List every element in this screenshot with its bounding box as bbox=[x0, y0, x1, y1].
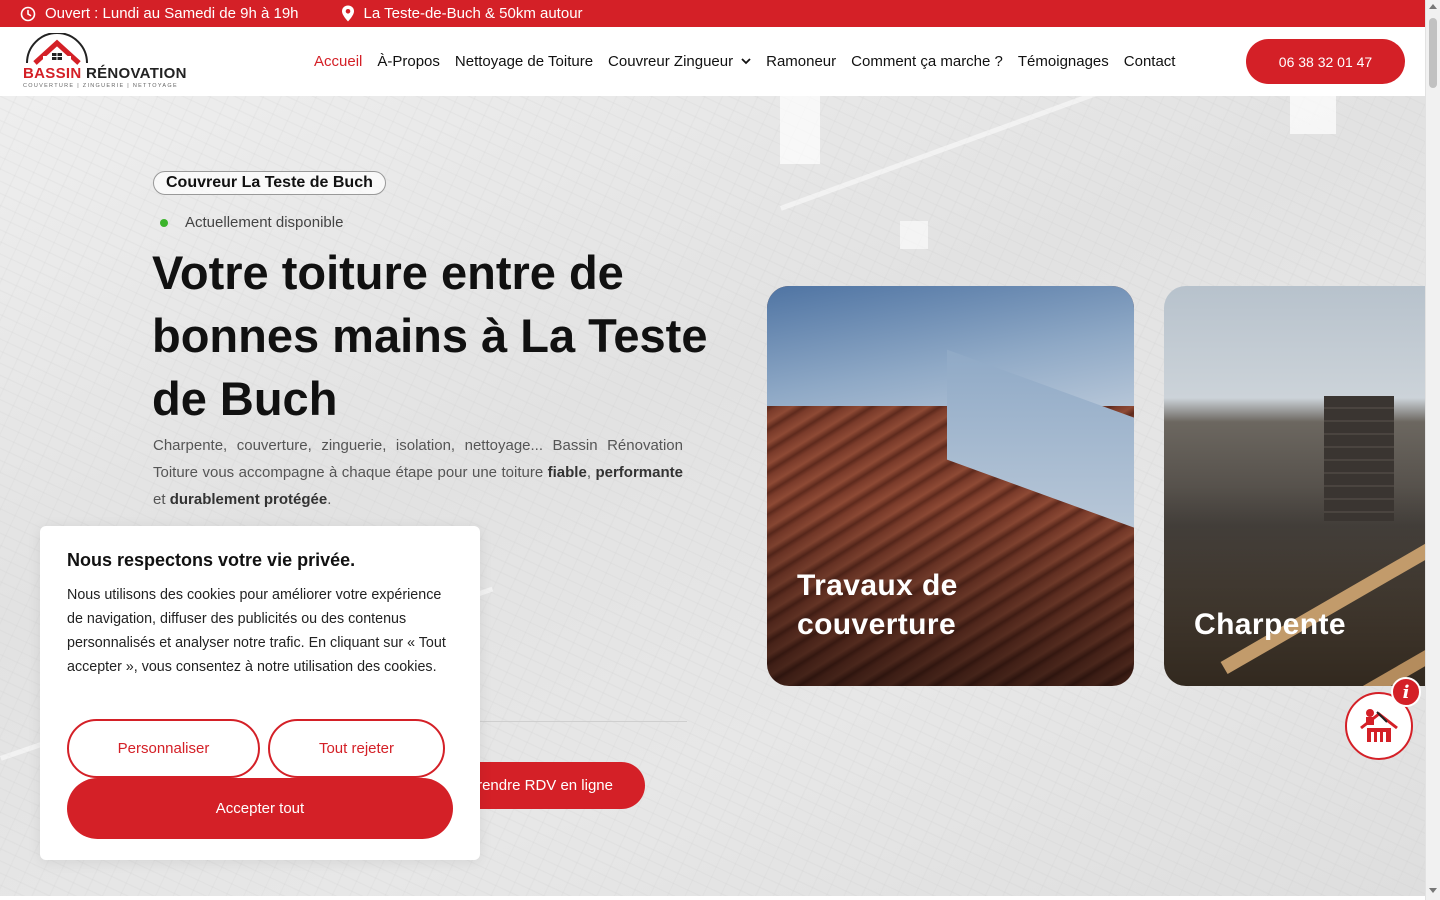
cookie-title: Nous respectons votre vie privée. bbox=[67, 550, 356, 570]
opening-hours-text: Ouvert : Lundi au Samedi de 9h à 19h bbox=[45, 5, 299, 22]
nav-item-label: Couvreur Zingueur bbox=[608, 53, 734, 70]
top-info-bar: Ouvert : Lundi au Samedi de 9h à 19h La … bbox=[0, 0, 1425, 27]
hero-headline: Votre toiture entre de bonnes mains à La… bbox=[152, 246, 708, 425]
clock-icon bbox=[20, 6, 36, 21]
nav-item-accueil[interactable]: Accueil bbox=[314, 53, 362, 70]
hero-bg-vent bbox=[900, 221, 928, 249]
site-logo[interactable]: BASSIN RÉNOVATION COUVERTURE | ZINGUERIE… bbox=[23, 33, 199, 91]
nav-item-a-propos[interactable]: À-Propos bbox=[377, 53, 440, 70]
info-icon[interactable]: i bbox=[1391, 677, 1421, 707]
card-photo-chimney bbox=[1324, 396, 1394, 521]
card-photo-beam bbox=[1220, 511, 1425, 675]
accept-all-button[interactable]: Accepter tout bbox=[67, 778, 453, 839]
nav-item-comment-ca-marche[interactable]: Comment ça marche ? bbox=[851, 53, 1003, 70]
nav-item-couvreur-zingueur[interactable]: Couvreur Zingueur bbox=[608, 53, 751, 70]
service-badge: Couvreur La Teste de Buch bbox=[153, 171, 386, 195]
nav-item-contact[interactable]: Contact bbox=[1124, 53, 1176, 70]
site-header: BASSIN RÉNOVATION COUVERTURE | ZINGUERIE… bbox=[0, 27, 1425, 96]
cookie-consent-panel: Nous respectons votre vie privée. Nous u… bbox=[40, 526, 480, 860]
chevron-down-icon bbox=[741, 58, 751, 65]
cookie-text: Nous utilisons des cookies pour améliore… bbox=[67, 587, 446, 675]
service-card-charpente[interactable]: Charpente bbox=[1164, 286, 1425, 686]
page-scrollbar[interactable] bbox=[1425, 0, 1440, 900]
nav-item-temoignages[interactable]: Témoignages bbox=[1018, 53, 1109, 70]
reject-all-button[interactable]: Tout rejeter bbox=[268, 719, 445, 778]
availability-text: Actuellement disponible bbox=[185, 214, 344, 231]
service-area: La Teste-de-Buch & 50km autour bbox=[341, 5, 583, 22]
service-area-text: La Teste-de-Buch & 50km autour bbox=[363, 5, 583, 22]
phone-button[interactable]: 06 38 32 01 47 bbox=[1246, 39, 1405, 84]
main-nav: Accueil À-Propos Nettoyage de Toiture Co… bbox=[314, 27, 1190, 96]
availability-status: Actuellement disponible bbox=[160, 214, 343, 231]
scroll-down-arrow-icon[interactable] bbox=[1429, 888, 1437, 893]
house-roof-icon bbox=[26, 33, 88, 65]
scrollbar-thumb[interactable] bbox=[1429, 18, 1437, 88]
nav-item-nettoyage-toiture[interactable]: Nettoyage de Toiture bbox=[455, 53, 593, 70]
divider bbox=[470, 721, 687, 722]
nav-item-ramoneur[interactable]: Ramoneur bbox=[766, 53, 836, 70]
service-card-title: Travaux de couverture bbox=[797, 569, 958, 641]
opening-hours: Ouvert : Lundi au Samedi de 9h à 19h bbox=[20, 5, 299, 22]
map-pin-icon bbox=[341, 5, 354, 22]
hero-bg-vent bbox=[780, 96, 820, 164]
page-bottom-strip bbox=[0, 896, 1425, 900]
scroll-up-arrow-icon[interactable] bbox=[1429, 4, 1437, 9]
customize-cookies-button[interactable]: Personnaliser bbox=[67, 719, 260, 778]
service-card-title: Charpente bbox=[1194, 608, 1346, 641]
service-card-couverture[interactable]: Travaux de couverture bbox=[767, 286, 1134, 686]
status-dot-icon bbox=[160, 218, 168, 227]
logo-wordmark: BASSIN RÉNOVATION bbox=[23, 65, 187, 82]
hero-bg-vent bbox=[1290, 96, 1336, 134]
roofer-house-icon bbox=[1360, 709, 1398, 742]
hero-intro: Charpente, couverture, zinguerie, isolat… bbox=[153, 437, 683, 508]
logo-tagline: COUVERTURE | ZINGUERIE | NETTOYAGE bbox=[23, 83, 178, 89]
